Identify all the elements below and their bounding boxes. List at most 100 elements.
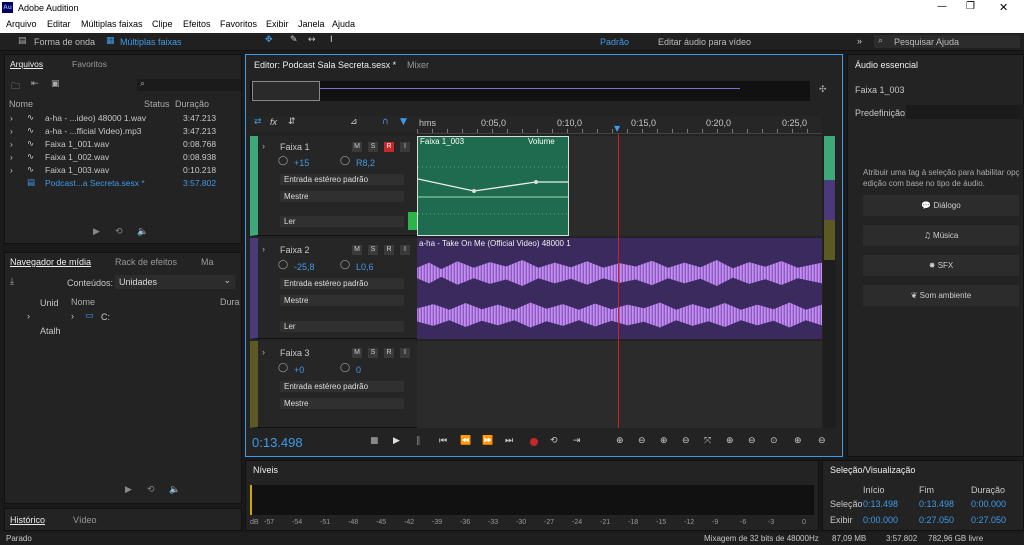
preset-select[interactable]: [906, 105, 1024, 119]
tree-shortcuts[interactable]: Atalh: [40, 326, 61, 336]
volume-value[interactable]: -25,8: [294, 262, 315, 272]
pan-knob-icon[interactable]: ◯: [340, 156, 350, 166]
input-monitor-button[interactable]: I: [400, 142, 410, 152]
track-3-lane[interactable]: [417, 341, 822, 428]
list-item[interactable]: › ∿ a-ha - ...fficial Video).mp3 3:47.213: [5, 125, 241, 138]
sync-icon[interactable]: ⇄: [254, 117, 262, 127]
record-arm-button[interactable]: R: [384, 245, 394, 255]
essential-title[interactable]: Áudio essencial: [855, 60, 918, 70]
loop-icon[interactable]: ⟲: [550, 436, 558, 446]
download-icon[interactable]: ⤓: [10, 277, 14, 287]
search-help-box[interactable]: ⌕ Pesquisar Ajuda: [874, 35, 1020, 48]
clip-faixa-1-003[interactable]: Faixa 1_003 Volume: [417, 136, 569, 236]
output-select[interactable]: Mestre: [280, 398, 404, 409]
time-selection-icon[interactable]: I: [330, 35, 333, 45]
loop-icon[interactable]: ⟲: [115, 227, 123, 237]
list-item[interactable]: › ∿ Faixa 1_002.wav 0:08.938: [5, 151, 241, 164]
drive-c[interactable]: C:: [101, 312, 110, 322]
more-workspaces-icon[interactable]: »: [857, 36, 862, 46]
open-folder-icon[interactable]: 🗀: [11, 79, 20, 95]
stop-icon[interactable]: ■: [370, 436, 379, 446]
zoom-in-time-icon[interactable]: ⊕: [660, 436, 668, 446]
import-icon[interactable]: ⇤: [31, 79, 39, 89]
minimize-icon[interactable]: —: [937, 1, 947, 12]
editor-tab[interactable]: Editor: Podcast Sala Secreta.sesx *: [254, 60, 396, 70]
new-file-icon[interactable]: ▣: [51, 79, 60, 89]
current-time[interactable]: 0:13.498: [252, 435, 303, 450]
selection-duration[interactable]: 0:00.000: [971, 499, 1006, 509]
mute-button[interactable]: M: [352, 142, 362, 152]
vertical-scrollbar[interactable]: [823, 136, 836, 428]
tab-markers[interactable]: Ma: [201, 257, 214, 267]
view-duration[interactable]: 0:27.050: [971, 515, 1006, 525]
music-button[interactable]: ♫ Música: [863, 225, 1019, 246]
play-icon[interactable]: ▶: [125, 485, 132, 495]
zoom-selection-icon[interactable]: ⊙: [770, 436, 778, 446]
maximize-icon[interactable]: ❐: [966, 1, 975, 12]
move-tool-icon[interactable]: ✥: [265, 35, 273, 45]
overview-bar[interactable]: [250, 81, 810, 101]
media-col-duration[interactable]: Dura: [220, 297, 240, 307]
record-arm-button[interactable]: R: [384, 348, 394, 358]
automation-mode-select[interactable]: Ler: [280, 216, 404, 227]
zoom-in-amplitude-icon[interactable]: ⊕: [616, 436, 624, 446]
zoom-out-point-icon[interactable]: ⊖: [748, 436, 756, 446]
fast-forward-icon[interactable]: ⏩: [482, 436, 493, 446]
play-icon[interactable]: ▶: [93, 227, 100, 237]
multitrack-view-button[interactable]: Múltiplas faixas: [120, 37, 182, 47]
track-name[interactable]: Faixa 1: [280, 142, 310, 152]
go-to-end-icon[interactable]: ⏭: [505, 436, 513, 446]
files-col-status[interactable]: Status: [144, 99, 170, 109]
pan-value[interactable]: 0: [356, 365, 361, 375]
pan-knob-icon[interactable]: ◯: [340, 260, 350, 270]
menu-arquivo[interactable]: Arquivo: [6, 19, 37, 29]
volume-value[interactable]: +0: [294, 365, 304, 375]
menu-multiplas-faixas[interactable]: Múltiplas faixas: [81, 19, 143, 29]
volume-icon[interactable]: 🔈: [169, 485, 180, 495]
loop-icon[interactable]: ⟲: [147, 485, 155, 495]
volume-knob-icon[interactable]: ◯: [278, 156, 288, 166]
list-item[interactable]: › ∿ a-ha - ...ideo) 48000 1.wav 3:47.213: [5, 112, 241, 125]
menu-efeitos[interactable]: Efeitos: [183, 19, 211, 29]
zoom-out-time-icon[interactable]: ⊖: [682, 436, 690, 446]
sends-icon[interactable]: ⇵: [288, 117, 296, 127]
list-item[interactable]: › ∿ Faixa 1_001.wav 0:08.768: [5, 138, 241, 151]
collapse-icon[interactable]: ›: [262, 244, 265, 254]
slip-tool-icon[interactable]: ↔: [308, 35, 316, 45]
tree-units[interactable]: Unid: [40, 298, 59, 308]
tree-expand-icon[interactable]: ›: [27, 311, 30, 321]
waveform-view-button[interactable]: Forma de onda: [34, 37, 95, 47]
pan-value[interactable]: R8,2: [356, 158, 375, 168]
record-button[interactable]: [530, 438, 538, 446]
pan-knob-icon[interactable]: ◯: [340, 363, 350, 373]
ambience-button[interactable]: ❦ Som ambiente: [863, 285, 1019, 306]
volume-envelope[interactable]: [418, 137, 568, 235]
zoom-out-amplitude-icon[interactable]: ⊖: [638, 436, 646, 446]
selection-end[interactable]: 0:13.498: [919, 499, 954, 509]
view-end[interactable]: 0:27.050: [919, 515, 954, 525]
razor-tool-icon[interactable]: ✎: [290, 35, 298, 45]
tab-history[interactable]: Histórico: [10, 515, 45, 525]
volume-icon[interactable]: 🔈: [137, 227, 148, 237]
files-col-duration[interactable]: Duração: [175, 99, 209, 109]
overview-viewport[interactable]: [252, 81, 320, 101]
track-name[interactable]: Faixa 2: [280, 245, 310, 255]
input-select[interactable]: Entrada estéreo padrão: [280, 174, 404, 185]
selection-title[interactable]: Seleção/Visualização: [830, 465, 915, 475]
list-item[interactable]: ▤ Podcast...a Secreta.sesx * 3:57.802: [5, 177, 241, 190]
solo-button[interactable]: S: [368, 142, 378, 152]
tab-mixer[interactable]: Mixer: [407, 60, 429, 70]
eq-icon[interactable]: ⊿: [350, 117, 358, 127]
close-icon[interactable]: ✕: [999, 1, 1008, 14]
workspace-edit-video[interactable]: Editar áudio para vídeo: [658, 37, 751, 47]
files-search-input[interactable]: ⌕: [137, 79, 241, 91]
output-select[interactable]: Mestre: [280, 191, 404, 202]
output-select[interactable]: Mestre: [280, 295, 404, 306]
workspace-default[interactable]: Padrão: [600, 37, 629, 47]
track-name[interactable]: Faixa 3: [280, 348, 310, 358]
automation-mode-select[interactable]: Ler: [280, 321, 404, 332]
tab-files[interactable]: Arquivos: [10, 57, 43, 71]
menu-editar[interactable]: Editar: [47, 19, 71, 29]
zoom-full-icon[interactable]: ⤧: [704, 436, 711, 446]
view-start[interactable]: 0:00.000: [863, 515, 898, 525]
